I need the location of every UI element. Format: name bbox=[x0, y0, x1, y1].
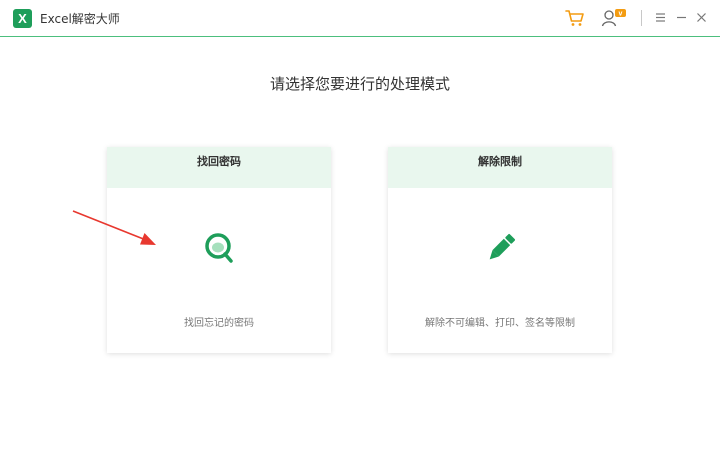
card-description: 解除不可编辑、打印、签名等限制 bbox=[425, 318, 575, 329]
card-title: 找回密码 bbox=[107, 147, 331, 188]
title-bar: X Excel解密大师 v bbox=[0, 0, 720, 37]
recover-password-card[interactable]: 找回密码 找回忘记的密码 bbox=[107, 147, 331, 353]
red-arrow-icon bbox=[72, 210, 156, 245]
search-icon bbox=[205, 233, 233, 263]
remove-restrictions-card[interactable]: 解除限制 解除不可编辑、打印、签名等限制 bbox=[388, 147, 612, 353]
close-icon[interactable] bbox=[696, 11, 707, 24]
card-title: 解除限制 bbox=[388, 147, 612, 188]
pencil-icon bbox=[489, 234, 515, 260]
user-badge: v bbox=[619, 11, 623, 18]
user-icon[interactable]: v bbox=[601, 8, 627, 28]
app-logo-icon: X bbox=[13, 9, 32, 28]
app-title: Excel解密大师 bbox=[40, 12, 120, 26]
cart-icon[interactable] bbox=[565, 9, 585, 27]
page-heading: 请选择您要进行的处理模式 bbox=[269, 75, 450, 93]
menu-icon[interactable] bbox=[655, 11, 666, 24]
card-description: 找回忘记的密码 bbox=[184, 318, 254, 329]
titlebar-separator bbox=[641, 10, 642, 26]
minimize-icon[interactable] bbox=[676, 11, 687, 24]
